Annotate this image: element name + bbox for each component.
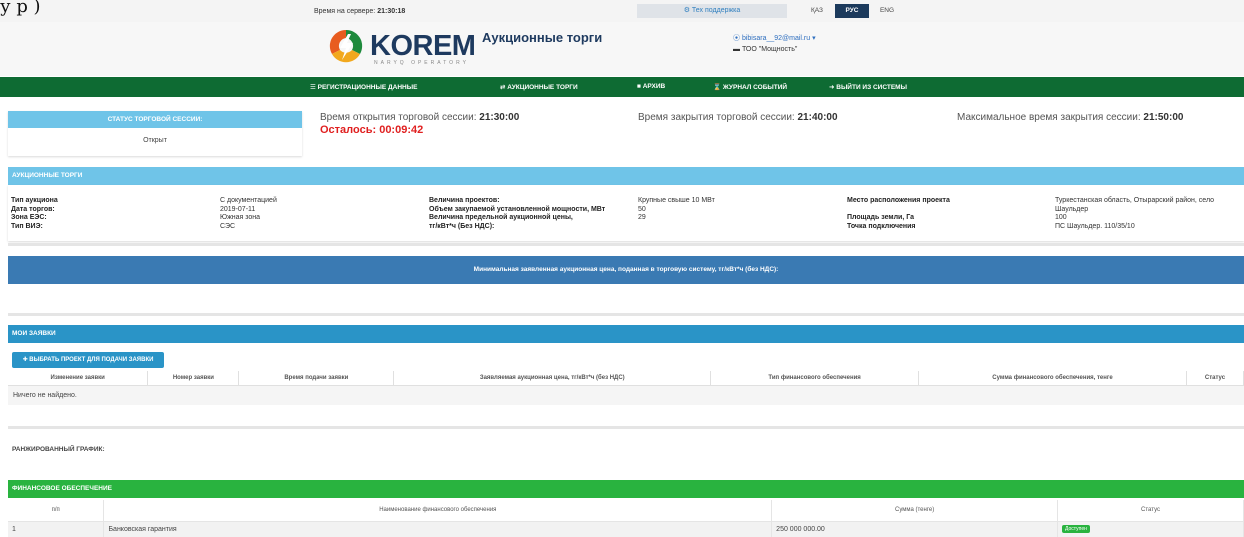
lightning-logo-icon xyxy=(329,29,363,63)
fin-col-number: п/п xyxy=(8,500,105,522)
lang-eng[interactable]: ENG xyxy=(870,4,904,18)
remaining-time: Осталось: 00:09:42 xyxy=(320,124,424,136)
nav-registration[interactable]: ☰ РЕГИСТРАЦИОННЫЕ ДАННЫЕ xyxy=(310,83,417,91)
auction-values-3: Туркестанская область, Отырарский район,… xyxy=(1055,197,1215,230)
max-close-time: Максимальное время закрытия сессии: 21:5… xyxy=(957,112,1183,123)
auction-section-title: АУКЦИОННЫЕ ТОРГИ xyxy=(8,167,1244,185)
orders-empty-row: Ничего не найдено. xyxy=(8,385,1244,405)
col-price[interactable]: Заявляемая аукционная цена, тг/кВт*ч (бе… xyxy=(393,371,712,386)
empty-message: Ничего не найдено. xyxy=(8,385,1244,405)
fin-col-status: Статус xyxy=(1057,500,1244,522)
fin-col-sum: Сумма (тенге) xyxy=(771,500,1059,522)
status-badge: Доступен xyxy=(1062,525,1090,534)
nav-auctions[interactable]: ⇄ АУКЦИОННЫЕ ТОРГИ xyxy=(500,83,578,91)
fin-col-name: Наименование финансового обеспечения xyxy=(103,500,773,522)
nav-logout[interactable]: ➜ ВЫЙТИ ИЗ СИСТЕМЫ xyxy=(829,83,907,91)
close-time: Время закрытия торговой сессии: 21:40:00 xyxy=(638,112,838,123)
server-time-value: 21:30:18 xyxy=(377,8,406,15)
server-time: Время на сервере: 21:30:18 xyxy=(314,8,405,15)
auction-labels-3: Место расположения проекта Площадь земли… xyxy=(847,197,950,230)
divider xyxy=(8,426,1244,429)
fin-row-number: 1 xyxy=(8,521,105,537)
min-price-bar: Минимальная заявленная аукционная цена, … xyxy=(8,256,1244,284)
logo-subtitle: NARYQ OPERATORY xyxy=(374,60,469,66)
open-time-label: Время открытия торговой сессии: xyxy=(320,112,477,123)
session-status-card: СТАТУС ТОРГОВОЙ СЕССИИ: Открыт xyxy=(8,111,302,156)
auction-info: Тип аукциона Дата торгов: Зона ЕЭС: Тип … xyxy=(8,185,1244,241)
finance-table: п/п Наименование финансового обеспечения… xyxy=(8,500,1244,537)
lang-kaz[interactable]: ҚАЗ xyxy=(800,4,834,18)
auction-labels-1: Тип аукциона Дата торгов: Зона ЕЭС: Тип … xyxy=(11,197,58,230)
close-time-label: Время закрытия торговой сессии: xyxy=(638,112,795,123)
open-time: Время открытия торговой сессии: 21:30:00 xyxy=(320,112,519,123)
close-time-value: 21:40:00 xyxy=(797,112,838,123)
korem-logo[interactable]: KOREM NARYQ OPERATORY xyxy=(328,28,476,68)
col-fin-sum[interactable]: Сумма финансового обеспечения, тенге xyxy=(918,371,1187,386)
logo-wordmark: KOREM xyxy=(370,30,476,62)
user-organization: ▬ ТОО "Мощность" xyxy=(733,46,798,53)
edge-text: у р ) xyxy=(0,0,41,17)
auction-values-2: Крупные свыше 10 МВт 50 29 xyxy=(638,197,715,221)
fin-row-sum: 250 000 000.00 xyxy=(771,521,1059,537)
col-status[interactable]: Статус xyxy=(1186,371,1244,386)
orders-table: Изменение заявки Номер заявки Время пода… xyxy=(8,371,1244,405)
server-time-label: Время на сервере: xyxy=(314,8,376,15)
ranking-label: РАНЖИРОВАННЫЙ ГРАФИК: xyxy=(12,446,105,453)
my-orders-title: МОИ ЗАЯВКИ xyxy=(8,325,1244,343)
divider xyxy=(8,313,1244,316)
max-time-value: 21:50:00 xyxy=(1143,112,1184,123)
col-number[interactable]: Номер заявки xyxy=(147,371,240,386)
nav-archive[interactable]: ■ АРХИВ xyxy=(637,83,665,90)
col-time[interactable]: Время подачи заявки xyxy=(238,371,395,386)
header: KOREM NARYQ OPERATORY Аукционные торги ⦿… xyxy=(0,22,1244,76)
orders-header-row: Изменение заявки Номер заявки Время пода… xyxy=(8,371,1244,386)
session-status-title: СТАТУС ТОРГОВОЙ СЕССИИ: xyxy=(8,111,302,128)
support-button[interactable]: ⚙ Тех поддержка xyxy=(637,4,787,18)
top-bar: у р ) Время на сервере: 21:30:18 ⚙ Тех п… xyxy=(0,0,1244,22)
user-menu[interactable]: ⦿ bibisara__92@mail.ru ▾ xyxy=(733,33,816,43)
auction-values-1: С документацией 2019-07-11 Южная зона СЭ… xyxy=(220,197,277,230)
session-status-value: Открыт xyxy=(143,137,167,144)
col-fin-type[interactable]: Тип финансового обеспечения xyxy=(710,371,920,386)
finance-section-title: ФИНАНСОВОЕ ОБЕСПЕЧЕНИЕ xyxy=(8,480,1244,498)
open-time-value: 21:30:00 xyxy=(479,112,520,123)
col-edit[interactable]: Изменение заявки xyxy=(8,371,149,386)
main-nav: ☰ РЕГИСТРАЦИОННЫЕ ДАННЫЕ ⇄ АУКЦИОННЫЕ ТО… xyxy=(0,77,1244,97)
nav-event-log[interactable]: ⌛ ЖУРНАЛ СОБЫТИЙ xyxy=(713,83,787,91)
max-time-label: Максимальное время закрытия сессии: xyxy=(957,112,1141,123)
finance-row: 1 Банковская гарантия 250 000 000.00 Дос… xyxy=(8,521,1244,537)
fin-row-name: Банковская гарантия xyxy=(103,521,773,537)
lang-rus[interactable]: РУС xyxy=(835,4,869,18)
fin-row-status-cell: Доступен xyxy=(1057,521,1244,537)
auction-labels-2: Величина проектов: Объем закупаемой уста… xyxy=(429,197,606,230)
app-title: Аукционные торги xyxy=(482,30,603,45)
divider xyxy=(8,243,1244,246)
finance-header-row: п/п Наименование финансового обеспечения… xyxy=(8,500,1244,522)
pick-project-button[interactable]: ✚ ВЫБРАТЬ ПРОЕКТ ДЛЯ ПОДАЧИ ЗАЯВКИ xyxy=(12,352,164,368)
